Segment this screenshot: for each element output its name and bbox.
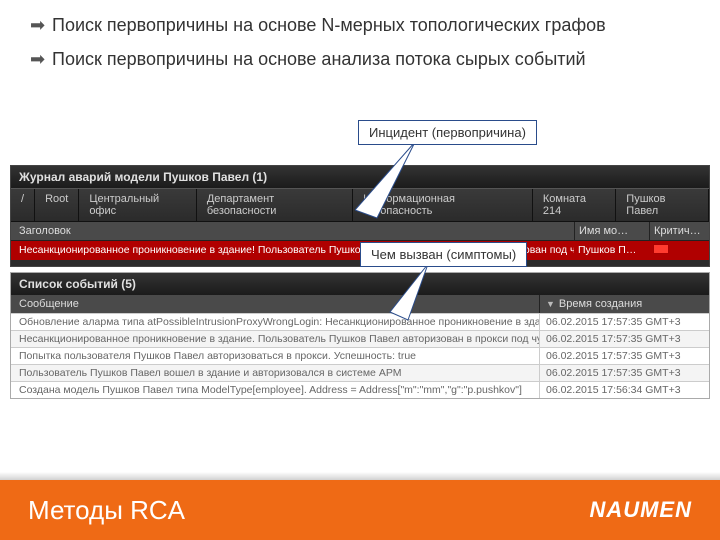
arrow-icon: ➡ (30, 12, 52, 38)
event-message: Обновление аларма типа atPossibleIntrusi… (11, 314, 539, 330)
event-time: 06.02.2015 17:57:35 GMT+3 (539, 314, 709, 330)
event-row[interactable]: Несанкционированное проникновение в здан… (11, 330, 709, 347)
alarm-model: Пушков П… (574, 241, 649, 260)
event-row[interactable]: Пользователь Пушков Павел вошел в здание… (11, 364, 709, 381)
bullet-list: ➡ Поиск первопричины на основе N-мерных … (0, 0, 720, 72)
sort-desc-icon: ▼ (546, 299, 555, 309)
event-message: Создана модель Пушков Павел типа ModelTy… (11, 382, 539, 398)
callout-symptoms-text: Чем вызван (симптомы) (371, 247, 516, 262)
event-message: Попытка пользователя Пушков Павел автори… (11, 348, 539, 364)
col-header-message[interactable]: Сообщение (11, 295, 539, 313)
footer-bar: Методы RCA NAUMEN (0, 480, 720, 540)
bullet-item: ➡ Поиск первопричины на основе N-мерных … (30, 12, 690, 38)
alarm-model (574, 260, 649, 266)
callout-pointer (388, 262, 448, 327)
footer-shadow (0, 472, 720, 480)
alarm-severity (649, 241, 709, 260)
event-time: 06.02.2015 17:56:34 GMT+3 (539, 382, 709, 398)
callout-symptoms: Чем вызван (симптомы) (360, 242, 527, 267)
breadcrumb-item[interactable]: Комната 214 (533, 189, 616, 221)
bullet-text: Поиск первопричины на основе N-мерных то… (52, 12, 690, 38)
event-row[interactable]: Попытка пользователя Пушков Павел автори… (11, 347, 709, 364)
event-rows: Обновление аларма типа atPossibleIntrusi… (11, 313, 709, 398)
event-row[interactable]: Обновление аларма типа atPossibleIntrusi… (11, 313, 709, 330)
col-header-time[interactable]: ▼Время создания (539, 295, 709, 313)
col-header-severity[interactable]: Критич… (649, 222, 709, 240)
event-list-panel: Список событий (5) Сообщение ▼Время созд… (10, 272, 710, 399)
callout-incident: Инцидент (первопричина) (358, 120, 537, 145)
event-message: Несанкционированное проникновение в здан… (11, 331, 539, 347)
col-header-model[interactable]: Имя мо… (574, 222, 649, 240)
breadcrumb-item[interactable]: Центральный офис (79, 189, 197, 221)
alarm-severity (649, 260, 709, 266)
breadcrumb-item[interactable]: Пушков Павел (616, 189, 709, 221)
breadcrumb-item[interactable]: Root (35, 189, 79, 221)
naumen-logo: NAUMEN (589, 497, 692, 523)
event-table-header: Сообщение ▼Время создания (11, 295, 709, 313)
callout-incident-text: Инцидент (первопричина) (369, 125, 526, 140)
severity-badge (653, 244, 669, 254)
bullet-text: Поиск первопричины на основе анализа пот… (52, 46, 690, 72)
event-time: 06.02.2015 17:57:35 GMT+3 (539, 348, 709, 364)
event-list-title: Список событий (5) (11, 273, 709, 295)
event-message: Пользователь Пушков Павел вошел в здание… (11, 365, 539, 381)
breadcrumb-item[interactable]: / (11, 189, 35, 221)
event-time: 06.02.2015 17:57:35 GMT+3 (539, 331, 709, 347)
callout-pointer (355, 140, 435, 235)
event-time: 06.02.2015 17:57:35 GMT+3 (539, 365, 709, 381)
bullet-item: ➡ Поиск первопричины на основе анализа п… (30, 46, 690, 72)
col-header-title[interactable]: Заголовок (11, 222, 574, 240)
arrow-icon: ➡ (30, 46, 52, 72)
breadcrumb-item[interactable]: Департамент безопасности (197, 189, 353, 221)
slide-title: Методы RCA (28, 495, 185, 526)
event-row[interactable]: Создана модель Пушков Павел типа ModelTy… (11, 381, 709, 398)
